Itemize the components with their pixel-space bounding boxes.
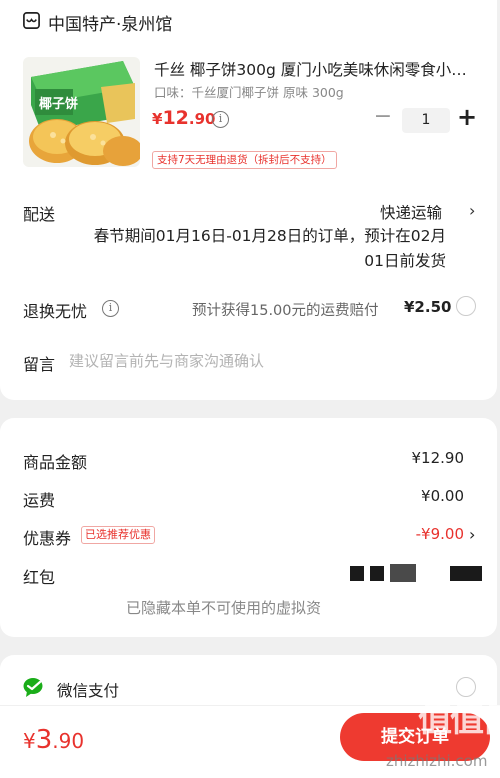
shipping-value: ¥0.00 [421, 487, 464, 505]
redaction-block [450, 566, 482, 581]
redaction-block [370, 566, 384, 581]
chevron-right-icon[interactable]: › [469, 525, 475, 544]
product-price: ¥12.90 [152, 107, 215, 129]
total-decimal: .90 [52, 729, 85, 753]
watermark-logo: 值值值 [418, 700, 500, 740]
store-name[interactable]: 中国特产·泉州馆 [48, 10, 172, 35]
info-icon[interactable]: i [102, 300, 119, 317]
product-spec[interactable]: 口味：千丝厦门椰子饼 原味 300g [154, 82, 344, 101]
total-integer: 3 [35, 725, 53, 755]
store-icon [23, 12, 40, 29]
wechat-pay-icon [23, 678, 43, 697]
coconut-cake-package-image: 椰子饼 [23, 57, 140, 167]
delivery-note: 春节期间01月16日-01月28日的订单，预计在02月01日前发货 [93, 227, 446, 270]
price-currency: ¥ [152, 110, 163, 128]
goods-amount-label: 商品金额 [23, 453, 88, 472]
return-service-description: 预计获得15.00元的运费赔付 [192, 303, 379, 319]
goods-amount-value: ¥12.90 [411, 449, 465, 467]
coupon-label: 优惠券 [23, 529, 72, 548]
shipping-label: 运费 [23, 491, 56, 510]
coupon-badge: 已选推荐优惠 [81, 526, 155, 544]
chevron-right-icon[interactable]: › [469, 201, 475, 220]
quantity-increase-button[interactable]: + [456, 104, 478, 130]
message-label: 留言 [23, 355, 56, 374]
return-service-label: 退换无忧 [23, 302, 88, 321]
watermark-text: zhizhizhi.com [386, 752, 488, 770]
return-service-fee: ¥2.50 [404, 298, 452, 316]
message-input[interactable] [69, 347, 469, 375]
total-price: ¥3.90 [23, 725, 84, 755]
package-brand-text: 椰子饼 [39, 96, 78, 112]
product-title[interactable]: 千丝 椰子饼300g 厦门小吃美味休闲零食小… [154, 58, 480, 80]
delivery-method[interactable]: 快递运输 [380, 201, 442, 223]
delivery-label: 配送 [23, 205, 56, 224]
coupon-value[interactable]: -¥9.00 [416, 525, 464, 543]
return-policy-badge: 支持7天无理由退货（拆封后不支持） [152, 151, 337, 169]
redaction-block [350, 566, 364, 581]
return-service-radio[interactable] [456, 296, 476, 316]
red-packet-label: 红包 [23, 568, 56, 587]
redaction-block [390, 564, 416, 582]
quantity-decrease-button[interactable]: − [373, 106, 393, 129]
product-image[interactable]: 椰子饼 [23, 57, 140, 167]
virtual-assets-note[interactable]: 已隐藏本单不可使用的虚拟资 [126, 597, 321, 618]
quantity-value[interactable]: 1 [402, 108, 450, 133]
total-currency: ¥ [23, 729, 36, 753]
info-icon[interactable]: i [212, 111, 229, 128]
price-integer: 12 [162, 107, 189, 129]
wechat-pay-label[interactable]: 微信支付 [57, 679, 119, 701]
